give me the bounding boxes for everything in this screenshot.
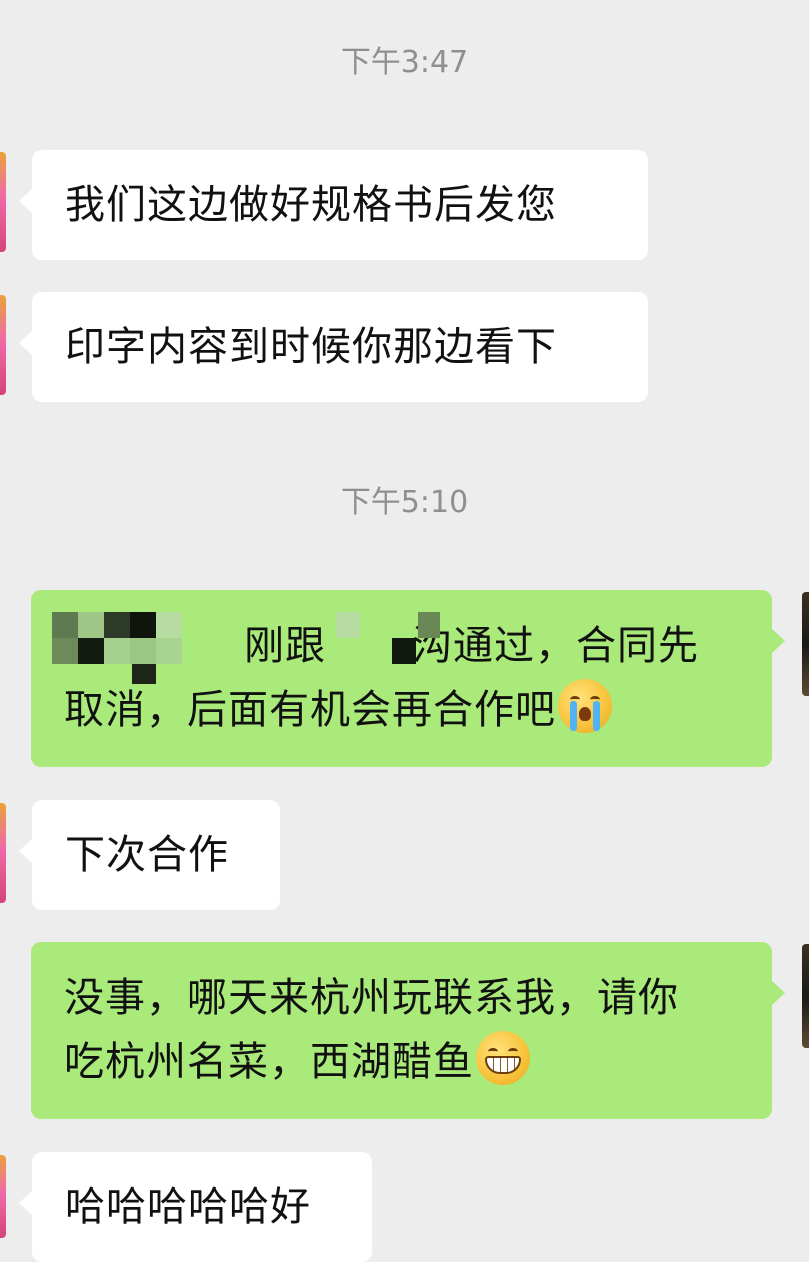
message-text: 取消，后面有机会再合作吧 <box>64 687 556 733</box>
message-text-line: 取消，后面有机会再合作吧 <box>64 678 739 742</box>
mosaic-block <box>132 664 156 684</box>
mosaic-block <box>156 638 182 664</box>
mosaic-block <box>52 638 78 664</box>
my-avatar[interactable] <box>802 944 809 1048</box>
mosaic-block <box>52 612 78 638</box>
mosaic-block <box>156 612 182 638</box>
incoming-message-bubble[interactable]: 哈哈哈哈哈好 <box>19 1152 372 1262</box>
timestamp: 下午3:47 <box>340 45 469 80</box>
mosaic-block <box>78 638 104 664</box>
mosaic-block <box>392 638 416 664</box>
crying-face-emoji <box>558 679 612 733</box>
message-text: 我们这边做好规格书后发您 <box>65 182 557 228</box>
my-avatar[interactable] <box>802 592 809 696</box>
mosaic-block <box>336 612 360 638</box>
message-text: 刚跟 <box>244 623 326 669</box>
incoming-message-bubble[interactable]: 印字内容到时候你那边看下 <box>19 292 648 402</box>
contact-avatar[interactable] <box>0 803 6 903</box>
incoming-message-bubble[interactable]: 我们这边做好规格书后发您 <box>19 150 648 260</box>
outgoing-message-bubble[interactable]: 没事，哪天来杭州玩联系我，请你 吃杭州名菜，西湖醋鱼 <box>31 942 785 1119</box>
mosaic-block <box>130 638 156 664</box>
mosaic-block <box>104 638 130 664</box>
contact-avatar[interactable] <box>0 1155 6 1238</box>
message-text: 印字内容到时候你那边看下 <box>65 324 557 370</box>
incoming-message-bubble[interactable]: 下次合作 <box>19 800 280 910</box>
message-text: 下次合作 <box>65 832 229 878</box>
contact-avatar[interactable] <box>0 152 6 252</box>
message-text: 没事，哪天来杭州玩联系我，请你 <box>64 975 679 1021</box>
grinning-face-emoji <box>476 1031 530 1085</box>
mosaic-block <box>130 612 156 638</box>
mosaic-block <box>104 612 130 638</box>
mosaic-block <box>418 612 440 638</box>
message-text: 哈哈哈哈哈好 <box>65 1184 311 1230</box>
message-text: 吃杭州名菜，西湖醋鱼 <box>64 1039 474 1085</box>
contact-avatar[interactable] <box>0 295 6 395</box>
timestamp: 下午5:10 <box>340 485 469 520</box>
mosaic-block <box>78 612 104 638</box>
message-text-line: 吃杭州名菜，西湖醋鱼 <box>64 1030 739 1094</box>
message-text: 沟通过，合同先 <box>412 623 699 669</box>
